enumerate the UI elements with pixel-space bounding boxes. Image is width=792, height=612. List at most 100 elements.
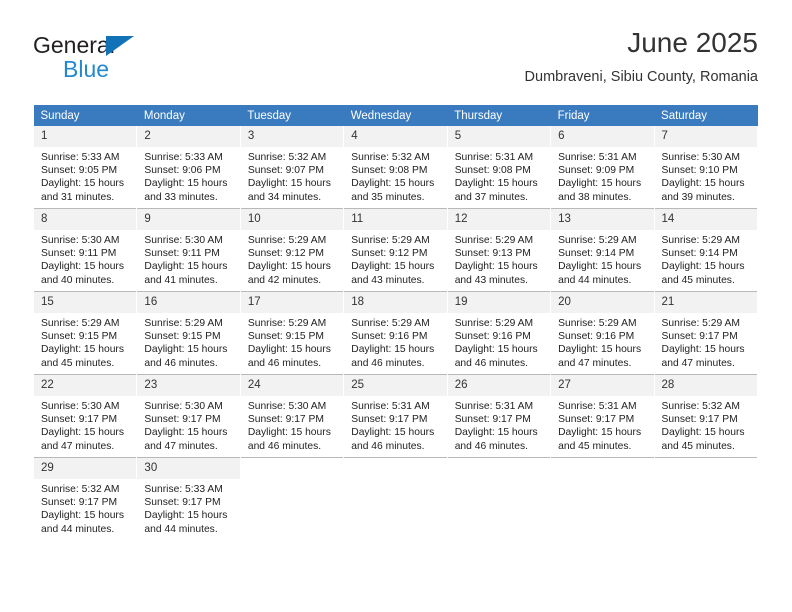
day-cell[interactable]: 17 Sunrise: 5:29 AM Sunset: 9:15 PM Dayl… [239,291,345,375]
weekday-header-sunday: Sunday [33,105,137,126]
day-cell[interactable]: 5 Sunrise: 5:31 AM Sunset: 9:08 PM Dayli… [446,126,552,209]
day-cell[interactable]: 4 Sunrise: 5:32 AM Sunset: 9:08 PM Dayli… [343,126,448,209]
daylight-text-line1: Daylight: 15 hours [351,261,435,273]
sunset-text: Sunset: 9:10 PM [661,165,738,177]
day-details: Sunrise: 5:31 AM Sunset: 9:09 PM Dayligh… [551,147,653,204]
day-details: Sunrise: 5:29 AM Sunset: 9:15 PM Dayligh… [34,313,136,370]
daylight-text-line2: and 46 minutes. [247,357,322,369]
daylight-text-line1: Daylight: 15 hours [558,178,642,190]
day-details: Sunrise: 5:29 AM Sunset: 9:16 PM Dayligh… [448,313,550,370]
weekday-header-monday: Monday [136,105,241,126]
sunrise-text: Sunrise: 5:29 AM [558,318,637,329]
sunrise-text: Sunrise: 5:29 AM [454,318,534,329]
day-number: 24 [240,375,344,396]
sunrise-text: Sunrise: 5:29 AM [351,318,430,329]
day-cell[interactable]: 7 Sunrise: 5:30 AM Sunset: 9:10 PM Dayli… [653,126,759,209]
day-number: 29 [34,458,137,479]
sunrise-text: Sunrise: 5:31 AM [558,401,637,412]
sunrise-text: Sunrise: 5:29 AM [661,318,740,329]
day-cell[interactable]: 24 Sunrise: 5:30 AM Sunset: 9:17 PM Dayl… [239,374,345,458]
day-cell[interactable]: 14 Sunrise: 5:29 AM Sunset: 9:14 PM Dayl… [653,208,759,292]
daylight-text-line2: and 43 minutes. [351,274,425,286]
day-cell[interactable]: 1 Sunrise: 5:33 AM Sunset: 9:05 PM Dayli… [32,126,138,209]
day-cell[interactable]: 29 Sunrise: 5:32 AM Sunset: 9:17 PM Dayl… [32,457,138,540]
day-details: Sunrise: 5:29 AM Sunset: 9:15 PM Dayligh… [137,313,239,370]
day-cell[interactable]: 21 Sunrise: 5:29 AM Sunset: 9:17 PM Dayl… [653,291,759,375]
daylight-text-line2: and 47 minutes. [144,440,218,452]
daylight-text-line2: and 46 minutes. [351,440,425,452]
daylight-text-line2: and 46 minutes. [144,357,218,369]
daylight-text-line1: Daylight: 15 hours [41,427,124,439]
sunrise-text: Sunrise: 5:30 AM [144,235,223,246]
day-cell[interactable]: 30 Sunrise: 5:33 AM Sunset: 9:17 PM Dayl… [136,457,241,540]
sunrise-text: Sunrise: 5:31 AM [351,401,430,412]
daylight-text-line2: and 46 minutes. [351,357,425,369]
sunset-text: Sunset: 9:16 PM [454,331,531,343]
brand-name-general: General [33,32,115,58]
sunset-text: Sunset: 9:17 PM [41,497,118,509]
day-number: 30 [137,458,240,479]
day-cell[interactable]: 25 Sunrise: 5:31 AM Sunset: 9:17 PM Dayl… [343,374,448,458]
day-number: 16 [137,292,240,313]
day-details: Sunrise: 5:29 AM Sunset: 9:12 PM Dayligh… [241,230,343,287]
daylight-text-line1: Daylight: 15 hours [41,261,124,273]
day-number: 4 [344,126,447,147]
day-cell[interactable]: 6 Sunrise: 5:31 AM Sunset: 9:09 PM Dayli… [550,126,655,209]
day-cell[interactable]: 13 Sunrise: 5:29 AM Sunset: 9:14 PM Dayl… [550,208,655,292]
day-cell[interactable]: 23 Sunrise: 5:30 AM Sunset: 9:17 PM Dayl… [136,374,241,458]
day-cell[interactable]: 11 Sunrise: 5:29 AM Sunset: 9:12 PM Dayl… [343,208,448,292]
day-number: 1 [34,126,137,147]
day-cell[interactable]: 9 Sunrise: 5:30 AM Sunset: 9:11 PM Dayli… [136,208,241,292]
day-number [655,458,757,479]
calendar-week-row: 15 Sunrise: 5:29 AM Sunset: 9:15 PM Dayl… [32,291,759,375]
sunset-text: Sunset: 9:15 PM [247,331,324,343]
day-cell[interactable]: 20 Sunrise: 5:29 AM Sunset: 9:16 PM Dayl… [550,291,655,375]
daylight-text-line2: and 37 minutes. [454,191,528,203]
day-cell[interactable]: 10 Sunrise: 5:29 AM Sunset: 9:12 PM Dayl… [239,208,345,292]
calendar-page: General Blue June 2025 Dumbraveni, Sibiu… [0,0,792,612]
sunrise-text: Sunrise: 5:31 AM [454,152,534,163]
sunrise-text: Sunrise: 5:33 AM [144,152,223,163]
daylight-text-line2: and 43 minutes. [454,274,528,286]
daylight-text-line2: and 38 minutes. [558,191,632,203]
sunrise-text: Sunrise: 5:32 AM [41,484,120,495]
day-cell[interactable]: 16 Sunrise: 5:29 AM Sunset: 9:15 PM Dayl… [136,291,241,375]
daylight-text-line1: Daylight: 15 hours [144,178,228,190]
day-cell[interactable]: 8 Sunrise: 5:30 AM Sunset: 9:11 PM Dayli… [32,208,138,292]
day-details: Sunrise: 5:33 AM Sunset: 9:06 PM Dayligh… [137,147,239,204]
weekday-header-tuesday: Tuesday [240,105,344,126]
day-number: 28 [654,375,757,396]
daylight-text-line2: and 33 minutes. [144,191,218,203]
sunrise-text: Sunrise: 5:29 AM [144,318,223,329]
sunset-text: Sunset: 9:12 PM [247,248,324,260]
daylight-text-line2: and 44 minutes. [144,523,218,535]
day-cell[interactable]: 3 Sunrise: 5:32 AM Sunset: 9:07 PM Dayli… [239,126,345,209]
triangle-flag-icon [106,36,134,56]
daylight-text-line2: and 45 minutes. [661,274,735,286]
day-cell[interactable]: 12 Sunrise: 5:29 AM Sunset: 9:13 PM Dayl… [446,208,552,292]
day-details: Sunrise: 5:32 AM Sunset: 9:17 PM Dayligh… [34,479,136,536]
day-number: 26 [447,375,551,396]
daylight-text-line1: Daylight: 15 hours [558,344,642,356]
sunset-text: Sunset: 9:05 PM [41,165,118,177]
brand-logo[interactable]: General Blue [33,32,213,88]
calendar-header-row: Sunday Monday Tuesday Wednesday Thursday… [33,105,758,126]
daylight-text-line2: and 47 minutes. [661,357,735,369]
day-cell-empty [239,457,345,540]
day-cell[interactable]: 15 Sunrise: 5:29 AM Sunset: 9:15 PM Dayl… [32,291,138,375]
day-cell[interactable]: 22 Sunrise: 5:30 AM Sunset: 9:17 PM Dayl… [32,374,138,458]
sunset-text: Sunset: 9:17 PM [661,414,738,426]
day-number: 12 [447,209,551,230]
day-cell[interactable]: 18 Sunrise: 5:29 AM Sunset: 9:16 PM Dayl… [343,291,448,375]
day-number: 5 [447,126,551,147]
day-cell[interactable]: 19 Sunrise: 5:29 AM Sunset: 9:16 PM Dayl… [446,291,552,375]
day-cell[interactable]: 27 Sunrise: 5:31 AM Sunset: 9:17 PM Dayl… [550,374,655,458]
daylight-text-line1: Daylight: 15 hours [661,261,745,273]
day-cell[interactable]: 2 Sunrise: 5:33 AM Sunset: 9:06 PM Dayli… [136,126,241,209]
day-cell[interactable]: 28 Sunrise: 5:32 AM Sunset: 9:17 PM Dayl… [653,374,759,458]
daylight-text-line2: and 45 minutes. [661,440,735,452]
day-number: 21 [654,292,757,313]
daylight-text-line2: and 44 minutes. [558,274,632,286]
sunset-text: Sunset: 9:11 PM [41,248,117,260]
day-cell[interactable]: 26 Sunrise: 5:31 AM Sunset: 9:17 PM Dayl… [446,374,552,458]
